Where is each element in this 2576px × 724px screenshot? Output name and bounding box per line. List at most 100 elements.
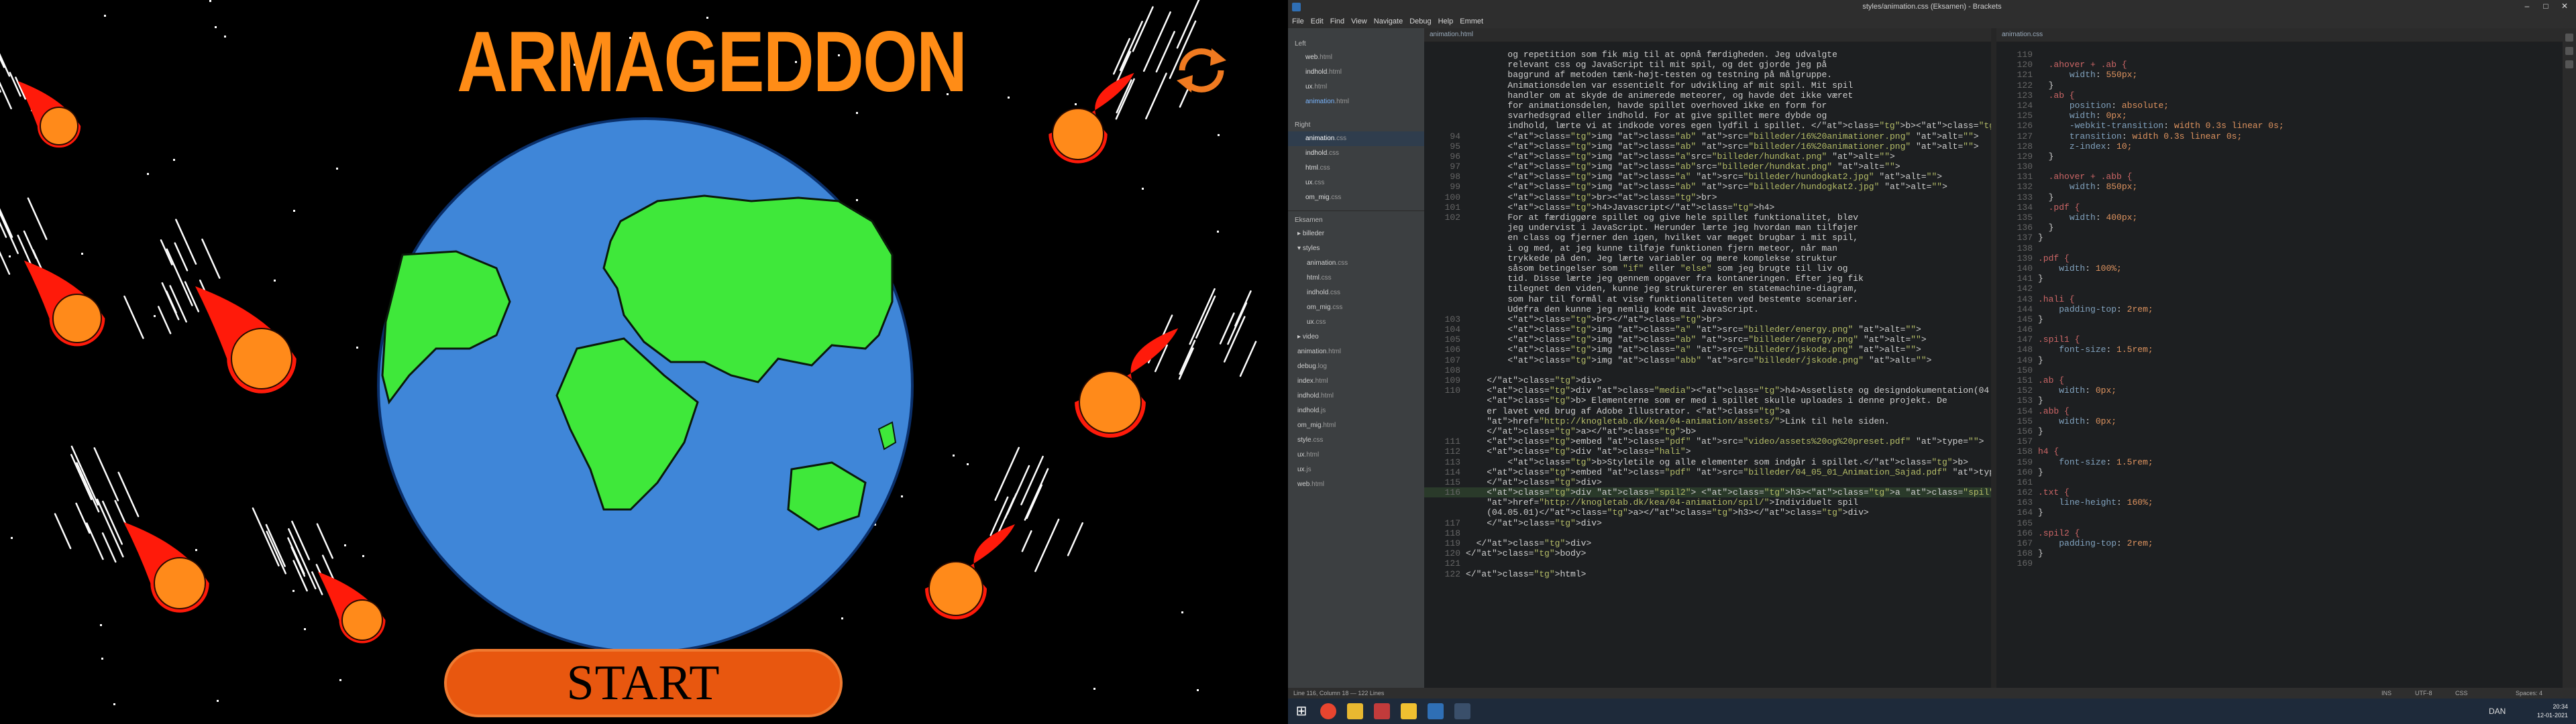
line-number[interactable]: 131 <box>1996 172 2038 182</box>
code-line[interactable]: baggrund af metoden tænk-højt-testen og … <box>1424 70 1991 80</box>
code-line[interactable]: 128 z-index: 10; <box>1996 141 2563 152</box>
code-line[interactable]: 120 .ahover + .ab { <box>1996 60 2563 70</box>
line-number[interactable]: 111 <box>1424 436 1466 446</box>
app-icon-red[interactable] <box>1374 703 1390 719</box>
line-number[interactable]: 97 <box>1424 162 1466 172</box>
code-line[interactable]: 131 .ahover + .abb { <box>1996 172 2563 182</box>
line-number[interactable]: 121 <box>1424 558 1466 568</box>
line-number[interactable]: 169 <box>1996 558 2038 568</box>
code-line[interactable]: en class og fjerner den igen, hvilket va… <box>1424 233 1991 243</box>
code-line[interactable]: 127 transition: width 0.3s linear 0s; <box>1996 131 2563 141</box>
code-line[interactable]: 158 h4 { <box>1996 446 2563 457</box>
code-line[interactable]: 97 <"at">class="tg">img "at">class="ab"s… <box>1424 162 1991 172</box>
code-line[interactable]: 168} <box>1996 548 2563 558</box>
line-number[interactable]: 124 <box>1996 101 2038 111</box>
code-line[interactable]: 148 font-size: 1.5rem; <box>1996 345 2563 355</box>
code-line[interactable]: 121 width: 550px; <box>1996 70 2563 80</box>
project-title[interactable]: Eksamen <box>1295 217 1424 224</box>
code-line[interactable]: 126 -webkit-transition: width 0.3s linea… <box>1996 121 2563 131</box>
line-number[interactable]: 130 <box>1996 162 2038 172</box>
line-number[interactable]: 156 <box>1996 426 2038 436</box>
meteor[interactable] <box>195 286 297 394</box>
line-number[interactable]: 162 <box>1996 487 2038 497</box>
meteor[interactable] <box>17 80 81 148</box>
reload-icon[interactable] <box>1173 42 1230 99</box>
working-file-item[interactable]: animation.css <box>1288 131 1424 146</box>
tree-file[interactable]: indhold.js <box>1288 404 1424 418</box>
code-line[interactable]: og repetition som fik mig til at opnå fæ… <box>1424 50 1991 60</box>
line-number[interactable]: 99 <box>1424 182 1466 192</box>
code-line[interactable]: 125 width: 0px; <box>1996 111 2563 121</box>
code-line[interactable]: 146 <box>1996 324 2563 335</box>
line-number[interactable]: 104 <box>1424 324 1466 335</box>
code-line[interactable]: 95 <"at">class="tg">img "at">class="ab" … <box>1424 141 1991 152</box>
code-line[interactable]: <"at">class="tg">b> Elementerne som er m… <box>1424 396 1991 406</box>
line-number[interactable]: 120 <box>1996 60 2038 70</box>
code-line[interactable]: 109 </"at">class="tg">div> <box>1424 375 1991 385</box>
line-number[interactable]: 116 <box>1424 487 1466 497</box>
tree-file[interactable]: web.html <box>1288 477 1424 492</box>
code-line[interactable]: 165 <box>1996 518 2563 528</box>
code-line[interactable]: 155 width: 0px; <box>1996 416 2563 426</box>
tree-file[interactable]: ux.js <box>1288 463 1424 477</box>
working-file-item[interactable]: ux.html <box>1288 80 1424 95</box>
chevron-down-icon[interactable]: ▾ <box>1297 245 1303 252</box>
code-line[interactable]: 120 </"at">class="tg">body> <box>1424 548 1991 558</box>
line-number[interactable]: 96 <box>1424 152 1466 162</box>
code-line[interactable]: 164} <box>1996 507 2563 518</box>
menu-view[interactable]: View <box>1348 15 1370 27</box>
line-number[interactable]: 165 <box>1996 518 2038 528</box>
line-number[interactable]: 158 <box>1996 446 2038 457</box>
line-number[interactable]: 95 <box>1424 141 1466 152</box>
code-line[interactable]: 141} <box>1996 274 2563 284</box>
code-line[interactable]: 106 <"at">class="tg">img "at">class="a" … <box>1424 345 1991 355</box>
pane-divider[interactable] <box>1991 28 1996 688</box>
line-number[interactable]: 135 <box>1996 213 2038 223</box>
code-line[interactable]: 110 <"at">class="tg">div "at">class="med… <box>1424 385 1991 396</box>
code-line[interactable]: 124 position: absolute; <box>1996 101 2563 111</box>
code-line[interactable]: 154 .abb { <box>1996 406 2563 416</box>
tree-file[interactable]: style.css <box>1288 433 1424 448</box>
working-file-item[interactable]: ux.css <box>1288 176 1424 190</box>
line-number[interactable]: 94 <box>1424 131 1466 141</box>
code-line[interactable]: 115 </"at">class="tg">div> <box>1424 477 1991 487</box>
css-code[interactable]: 119 120 .ahover + .ab {121 width: 550px; 1… <box>1996 50 2563 688</box>
line-number[interactable]: 113 <box>1424 457 1466 467</box>
code-line[interactable]: 108 <box>1424 365 1991 375</box>
code-line[interactable]: relevant css og JavaScript til mit spil,… <box>1424 60 1991 70</box>
code-line[interactable]: 140 width: 100%; <box>1996 263 2563 274</box>
meteor[interactable] <box>318 572 386 644</box>
code-line[interactable]: 116 <"at">class="tg">div "at">class="spi… <box>1424 487 1991 498</box>
code-line[interactable]: (04.05.01)</"at">class="tg">a></"at">cla… <box>1424 507 1991 518</box>
code-line[interactable]: 147 .spil1 { <box>1996 335 2563 345</box>
line-number[interactable]: 147 <box>1996 335 2038 345</box>
line-number[interactable]: 155 <box>1996 416 2038 426</box>
line-number[interactable]: 163 <box>1996 497 2038 507</box>
code-line[interactable]: trykkede på den. Jeg lærte variabler og … <box>1424 253 1991 263</box>
code-line[interactable]: 156} <box>1996 426 2563 436</box>
code-line[interactable]: 129 } <box>1996 152 2563 162</box>
code-line[interactable]: 121 <box>1424 558 1991 568</box>
tree-folder[interactable]: ▸ video <box>1288 330 1424 345</box>
maximize-button[interactable]: □ <box>2537 1 2555 11</box>
code-line[interactable]: 163 line-height: 160%; <box>1996 497 2563 507</box>
line-number[interactable]: 168 <box>1996 548 2038 558</box>
line-number[interactable]: 148 <box>1996 345 2038 355</box>
code-line[interactable]: 139 .pdf { <box>1996 253 2563 263</box>
code-line[interactable]: 117 </"at">class="tg">div> <box>1424 518 1991 528</box>
code-line[interactable]: som har til formål at vise funktionalite… <box>1424 294 1991 304</box>
code-line[interactable]: 167 padding-top: 2rem; <box>1996 538 2563 548</box>
menu-find[interactable]: Find <box>1328 15 1347 27</box>
start-menu-icon[interactable]: ⊞ <box>1293 703 1309 719</box>
line-number[interactable]: 105 <box>1424 335 1466 345</box>
line-number[interactable]: 110 <box>1424 385 1466 396</box>
line-number[interactable]: 103 <box>1424 314 1466 324</box>
menu-file[interactable]: File <box>1289 15 1307 27</box>
line-number[interactable]: 151 <box>1996 375 2038 385</box>
line-number[interactable]: 118 <box>1424 528 1466 538</box>
tree-file[interactable]: debug.log <box>1288 359 1424 374</box>
tree-file[interactable]: indhold.html <box>1288 389 1424 404</box>
line-number[interactable]: 160 <box>1996 467 2038 477</box>
code-line[interactable]: 119 <box>1996 50 2563 60</box>
working-file-item[interactable]: html.css <box>1288 161 1424 176</box>
